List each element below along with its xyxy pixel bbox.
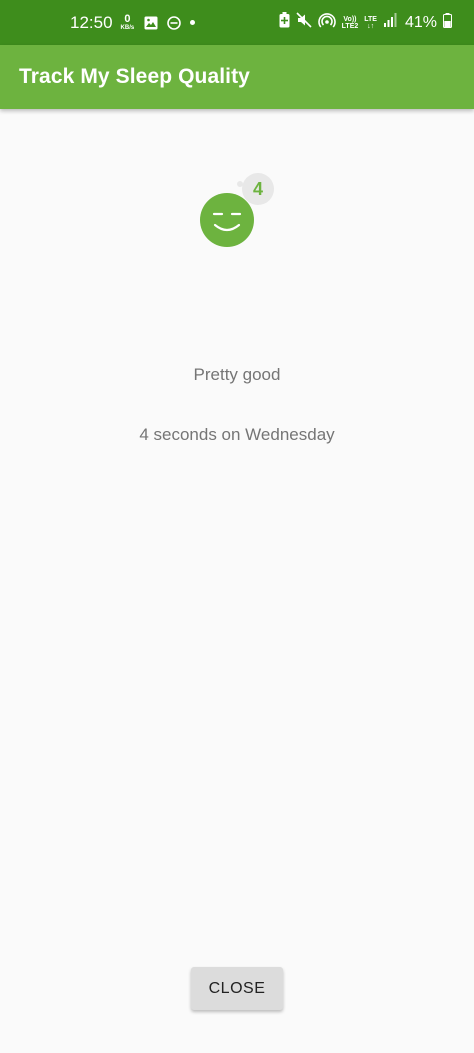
hotspot-icon	[317, 12, 336, 33]
lte-label: LTE	[364, 15, 377, 23]
sleep-duration: 4 seconds on Wednesday	[139, 425, 335, 444]
quality-number: 4	[253, 179, 263, 199]
network-speed-unit: KB/s	[120, 25, 135, 31]
status-time: 12:50	[70, 12, 113, 32]
do-not-disturb-icon	[167, 15, 182, 30]
sleep-quality-4-icon: 4	[195, 172, 279, 252]
status-bar: 12:50 0 KB/s Vo)) LTE2 LTE ↓↑ 41%	[0, 0, 474, 45]
gallery-icon	[144, 16, 158, 30]
network-speed-value: 0	[124, 13, 131, 25]
quality-label: Pretty good	[193, 365, 281, 384]
notification-dot-icon	[190, 20, 196, 25]
mute-icon	[296, 12, 312, 33]
battery-icon	[443, 12, 452, 33]
lte2-label: LTE2	[341, 22, 359, 30]
signal-icon	[383, 13, 397, 32]
volte-label: Vo))	[343, 15, 357, 23]
data-arrows-icon: ↓↑	[367, 22, 375, 30]
app-title: Track My Sleep Quality	[19, 65, 250, 88]
lte-indicator: LTE ↓↑	[364, 16, 377, 30]
battery-percent: 41%	[404, 13, 437, 31]
battery-saver-icon	[279, 12, 290, 33]
app-bar: Track My Sleep Quality	[0, 45, 474, 109]
close-button[interactable]: CLOSE	[191, 967, 283, 1010]
volte-indicator: Vo)) LTE2	[342, 16, 359, 30]
network-speed: 0 KB/s	[120, 13, 135, 32]
